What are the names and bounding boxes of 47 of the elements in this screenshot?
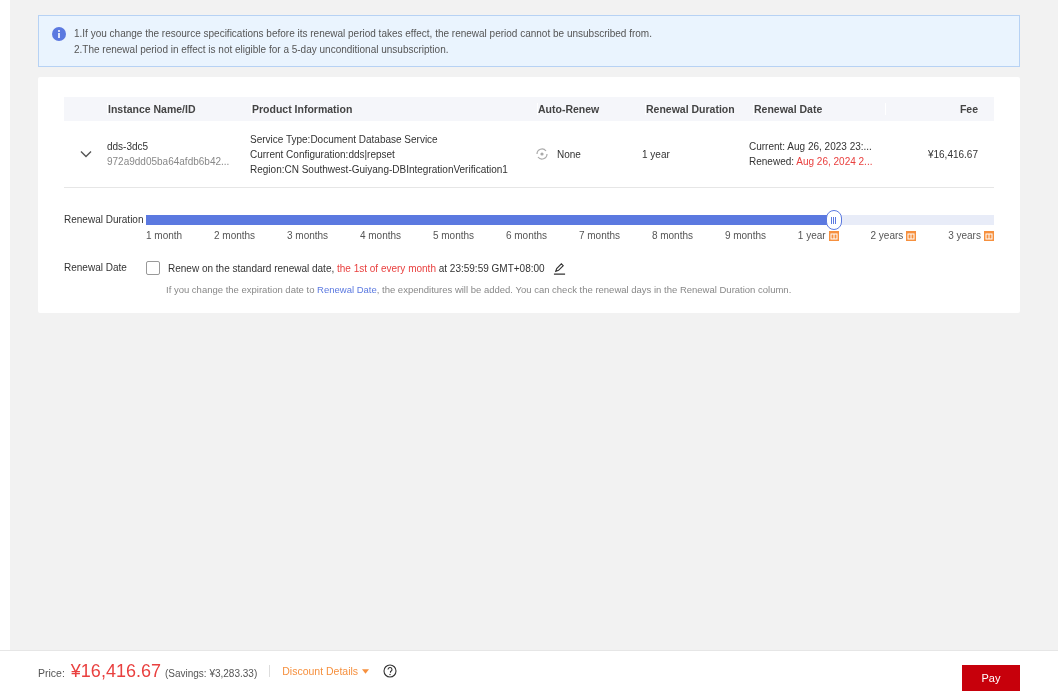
duration-option[interactable]: 7 months — [578, 230, 621, 241]
field-label: Renewal Date — [64, 261, 128, 275]
duration-option[interactable]: 9 months — [724, 230, 766, 241]
caret-icon[interactable] — [362, 668, 370, 674]
product-info-text: Region:CN Southwest-Guiyang-DBIntegrationVerification1 — [250, 162, 509, 177]
duration-option[interactable]: 6 months — [505, 230, 548, 241]
renewal-date-link[interactable]: Renewal Date — [317, 284, 377, 295]
duration-option[interactable]: 1 year — [797, 230, 839, 241]
duration-option[interactable]: 3 months — [286, 230, 329, 241]
price-label: Price: — [38, 667, 65, 679]
hint-text: If you change the expiration date to Renewal Date, the expenditures will be added. You can check the renewal days in the Renewal Duration column. — [166, 284, 792, 295]
edit-icon[interactable] — [552, 261, 566, 275]
notice-text: 1.If you change the resource specifications before its renewal period takes effect, the renewal period cannot be unsubscribed from. — [74, 27, 652, 41]
auto-renew-status: None — [557, 147, 581, 162]
column-header: Product Information — [251, 103, 537, 115]
checkbox[interactable] — [146, 261, 160, 275]
help-icon[interactable] — [383, 664, 398, 678]
duration-option[interactable]: 3 years — [948, 230, 994, 241]
column-header: Renewal Duration — [645, 103, 753, 115]
savings-text: (Savings: ¥3,283.33) — [164, 667, 258, 679]
table-cell-text: 1 year — [642, 147, 671, 162]
renewed-date: Renewed: Aug 26, 2024 2... — [749, 155, 874, 169]
instance-name: dds-3dc5 — [107, 140, 150, 154]
duration-option[interactable]: 2 months — [214, 230, 256, 241]
column-header: Auto-Renew — [537, 103, 645, 115]
table-cell-text: ¥16,416.67 — [926, 147, 979, 162]
notice-text: 2.The renewal period in effect is not eligible for a 5-day unconditional unsubscription. — [74, 43, 450, 57]
current-date: Current: Aug 26, 2023 23:... — [749, 140, 873, 154]
product-info-text: Service Type:Document Database Service — [250, 132, 439, 147]
renew-icon — [535, 147, 549, 161]
renewal-date-text: Renew on the standard renewal date, the 1st of every month at 23:59:59 GMT+08:00 — [168, 262, 545, 274]
slider-handle[interactable] — [825, 210, 842, 230]
duration-option[interactable]: 5 months — [432, 230, 475, 241]
duration-option[interactable]: 4 months — [359, 230, 402, 241]
pay-button[interactable]: Pay — [962, 665, 1020, 691]
duration-option[interactable]: 1 month — [146, 230, 183, 241]
duration-option[interactable]: 8 months — [651, 230, 694, 241]
duration-option[interactable]: 2 years — [870, 230, 917, 241]
info-icon — [52, 27, 66, 41]
product-info-text: Current Configuration:dds|repset — [250, 147, 396, 162]
chevron-icon[interactable] — [79, 150, 92, 158]
instance-id: 972a9dd05ba64afdb6b42... — [107, 155, 231, 169]
column-header: Fee — [885, 103, 994, 115]
price-value: ¥16,416.67 — [70, 660, 161, 682]
field-label: Renewal Duration — [64, 213, 145, 227]
column-header: Instance Name/ID — [107, 103, 251, 115]
column-header: Renewal Date — [753, 103, 885, 115]
